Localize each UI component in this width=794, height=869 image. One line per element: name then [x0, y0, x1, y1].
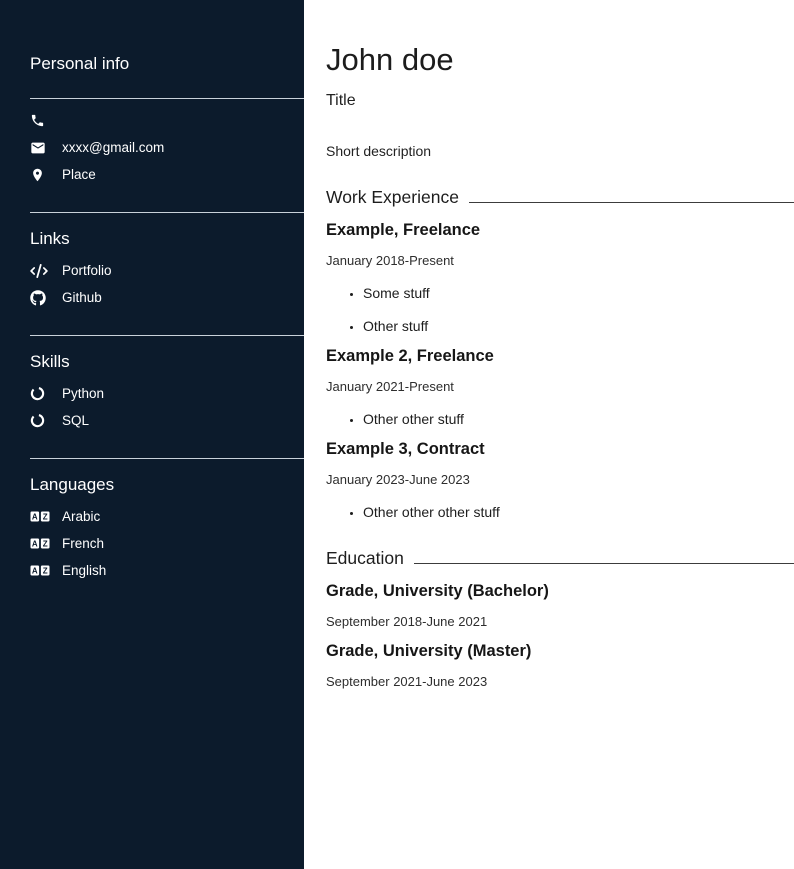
education-heading-row: Education [326, 548, 794, 569]
svg-text:A: A [32, 539, 38, 548]
short-description: Short description [326, 143, 794, 159]
education-entry-date: September 2021-June 2023 [326, 674, 794, 689]
bullet-item: Other other other stuff [363, 504, 794, 520]
location-row: Place [30, 161, 304, 188]
person-name: John doe [326, 44, 794, 75]
map-marker-icon [30, 167, 52, 183]
divider [30, 98, 304, 99]
svg-text:Z: Z [43, 539, 48, 548]
portfolio-label: Portfolio [62, 263, 112, 278]
language-icon: AZ [30, 538, 52, 549]
envelope-icon [30, 140, 52, 156]
location-label: Place [62, 167, 96, 182]
circle-notch-icon [30, 386, 52, 401]
sidebar: Personal info xxxx@gmail.com [0, 0, 304, 869]
svg-text:Z: Z [43, 566, 48, 575]
github-link[interactable]: Github [30, 284, 304, 311]
phone-row [30, 107, 304, 134]
bullet-item: Some stuff [363, 285, 794, 301]
skill-row-sql: SQL [30, 407, 304, 434]
email-row[interactable]: xxxx@gmail.com [30, 134, 304, 161]
portfolio-link[interactable]: Portfolio [30, 257, 304, 284]
sidebar-section-skills: Skills Python SQL [30, 335, 304, 434]
resume-page: Personal info xxxx@gmail.com [0, 0, 794, 869]
education-entry: Grade, University (Master) September 202… [326, 642, 794, 689]
work-entry-bullets: Other other stuff [326, 411, 794, 427]
language-label: Arabic [62, 509, 100, 524]
github-label: Github [62, 290, 102, 305]
sidebar-section-links: Links Portfolio Github [30, 212, 304, 311]
work-experience-heading: Work Experience [326, 187, 459, 208]
language-icon: AZ [30, 565, 52, 576]
work-experience-heading-row: Work Experience [326, 187, 794, 208]
section-rule [414, 563, 794, 564]
work-entry-date: January 2021-Present [326, 379, 794, 394]
language-label: English [62, 563, 106, 578]
language-label: French [62, 536, 104, 551]
education-entry: Grade, University (Bachelor) September 2… [326, 582, 794, 629]
work-entry: Example 3, Contract January 2023-June 20… [326, 440, 794, 520]
svg-text:A: A [32, 566, 38, 575]
education-entry-title: Grade, University (Master) [326, 642, 794, 661]
education-entry-title: Grade, University (Bachelor) [326, 582, 794, 601]
svg-text:A: A [32, 512, 38, 521]
sidebar-section-languages: Languages AZ Arabic AZ French AZ [30, 458, 304, 584]
skill-label: Python [62, 386, 104, 401]
education-entry-date: September 2018-June 2021 [326, 614, 794, 629]
work-entry-date: January 2023-June 2023 [326, 472, 794, 487]
resume-main: John doe Title Short description Work Ex… [304, 0, 794, 869]
skill-row-python: Python [30, 380, 304, 407]
github-icon [30, 290, 52, 306]
divider [30, 212, 304, 213]
svg-text:Z: Z [43, 512, 48, 521]
phone-icon [30, 113, 52, 128]
work-entry-title: Example 2, Freelance [326, 347, 794, 366]
work-entry-bullets: Some stuff Other stuff [326, 285, 794, 334]
work-entry: Example 2, Freelance January 2021-Presen… [326, 347, 794, 427]
work-entry: Example, Freelance January 2018-Present … [326, 221, 794, 334]
circle-notch-icon [30, 413, 52, 428]
language-row-english: AZ English [30, 557, 304, 584]
work-entry-date: January 2018-Present [326, 253, 794, 268]
divider [30, 458, 304, 459]
bullet-item: Other stuff [363, 318, 794, 334]
email-label: xxxx@gmail.com [62, 140, 164, 155]
language-row-french: AZ French [30, 530, 304, 557]
education-heading: Education [326, 548, 404, 569]
language-row-arabic: AZ Arabic [30, 503, 304, 530]
skills-heading: Skills [30, 352, 304, 372]
personal-info-heading: Personal info [30, 54, 304, 74]
code-icon [30, 264, 52, 278]
language-icon: AZ [30, 511, 52, 522]
person-title: Title [326, 92, 794, 110]
languages-heading: Languages [30, 475, 304, 495]
skill-label: SQL [62, 413, 89, 428]
work-entry-title: Example, Freelance [326, 221, 794, 240]
links-heading: Links [30, 229, 304, 249]
sidebar-section-personal-info: Personal info xxxx@gmail.com [30, 54, 304, 188]
section-rule [469, 202, 794, 203]
bullet-item: Other other stuff [363, 411, 794, 427]
work-entry-title: Example 3, Contract [326, 440, 794, 459]
divider [30, 335, 304, 336]
work-entry-bullets: Other other other stuff [326, 504, 794, 520]
